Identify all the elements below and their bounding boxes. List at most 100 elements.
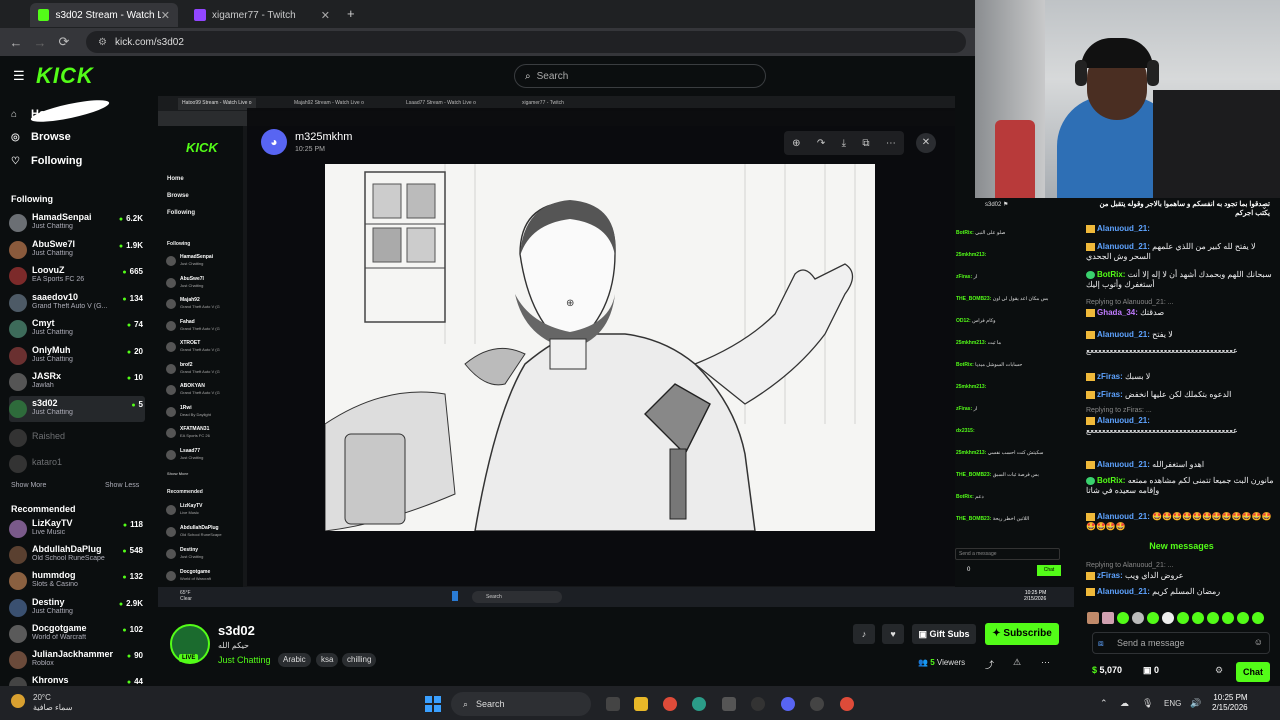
forward-icon[interactable]: ↷ [817,138,825,149]
site-info-icon[interactable]: ⚙ [98,37,107,48]
recommended-channel[interactable]: Docgotgame World of Warcraft 102 [9,621,145,647]
offline-channel[interactable]: Raished [9,425,145,451]
system-clock[interactable]: 10:25 PM 2/15/2026 [1212,693,1248,713]
chat-message[interactable]: zFiras: الدعوه بتكملك لكن عليها انخفض [1086,390,1276,400]
kick-logo[interactable]: KICK [36,63,94,89]
chat-message[interactable]: zFiras: لا بسبك [1086,372,1276,382]
chat-send-button[interactable]: Chat [1236,662,1270,682]
emote-icon[interactable] [1222,612,1234,624]
discord-taskbar-icon[interactable] [781,697,795,711]
edge-icon[interactable] [692,697,706,711]
following-channel[interactable]: Cmyt Just Chatting 74 [9,316,145,342]
chat-message[interactable]: Replying to Alanuoud_21: ... zFiras: عروض… [1086,561,1276,581]
recommended-channel[interactable]: Destiny Just Chatting 2.9K [9,595,145,621]
download-icon[interactable]: ⤓ [842,138,846,149]
close-tab-icon[interactable]: ✕ [321,9,330,22]
browser-tab-twitch[interactable]: xigamer77 - Twitch ✕ [186,3,338,27]
emote-icon[interactable] [1162,612,1174,624]
chat-message[interactable]: Alanuoud_21: اهدو استغفرالله [1086,460,1276,470]
chat-message[interactable]: ععععععععععععععععععععععععععععععععععععععع [1086,346,1276,356]
stream-category[interactable]: Just Chatting [218,655,271,665]
emote-icon[interactable] [1192,612,1204,624]
task-view-icon[interactable] [606,697,620,711]
new-messages-divider[interactable]: New messages [1083,541,1280,551]
nav-browse[interactable]: ◎ Browse [11,131,71,143]
subscribe-button[interactable]: ✦ Subscribe [985,623,1059,645]
tag-arabic[interactable]: Arabic [278,653,311,667]
reload-icon[interactable]: ⟳ [52,34,76,50]
offline-channel[interactable]: kataro1 [9,451,145,477]
language-indicator[interactable]: ENG [1164,699,1181,708]
zoom-icon[interactable]: ⊕ [792,138,800,149]
send-message-input[interactable]: ⧈ Send a message ☺ [1092,632,1270,654]
chat-message[interactable]: Alanuoud_21: 🤩🤩🤩🤩🤩🤩🤩🤩🤩🤩🤩🤩🤩🤩🤩🤩 [1086,512,1276,532]
chat-message[interactable]: Replying to zFiras: ... Alanuoud_21: عععع… [1086,406,1276,436]
open-external-icon[interactable]: ⧉ [862,138,869,149]
emote-icon[interactable] [1132,612,1144,624]
tag-ksa[interactable]: ksa [316,653,339,667]
weather-widget[interactable]: 20°C سماء صافية [33,693,73,713]
emote-icon[interactable] [1237,612,1249,624]
following-channel[interactable]: AbuSwe7l Just Chatting 1.9K [9,237,145,263]
recommended-channel[interactable]: JulianJackhammer Roblox 90 [9,647,145,673]
emote-icon[interactable] [1102,612,1114,624]
nav-following[interactable]: ♡ Following [11,155,82,167]
microphone-icon[interactable]: 🎙 [1142,698,1153,709]
chat-settings-icon[interactable]: ⚙ [1215,665,1223,676]
url-field[interactable]: ⚙ kick.com/s3d02 [86,31,966,53]
following-channel[interactable]: LoovuZ EA Sports FC 26 665 [9,263,145,289]
following-channel[interactable]: saaedov10 Grand Theft Auto V (G... 134 [9,290,145,316]
follow-heart-icon[interactable]: ♥ [882,624,904,644]
gift-subs-button[interactable]: ▣ Gift Subs [912,624,976,644]
browser-tab-kick[interactable]: s3d02 Stream - Watch Live on K ✕ [30,3,178,27]
recommended-channel[interactable]: LizKayTV Live Music 118 [9,516,145,542]
close-viewer-button[interactable]: ✕ [916,133,936,153]
command-icon[interactable]: ⧈ [1098,638,1104,649]
chevron-down-icon[interactable]: ⌄ [1261,202,1268,211]
store-icon[interactable] [722,697,736,711]
taskbar-search[interactable]: ⌕ Search [451,692,591,716]
recommended-channel[interactable]: hummdog Slots & Casino 132 [9,568,145,594]
chat-message[interactable]: Alanuoud_21: رمضان المسلم كريم [1086,587,1276,597]
emote-icon[interactable] [1177,612,1189,624]
more-options-icon[interactable]: ⋯ [886,138,896,149]
report-icon[interactable]: ⚠ [1013,657,1021,668]
app-icon[interactable] [751,697,765,711]
back-arrow-icon[interactable]: ← [4,35,28,50]
obs-icon[interactable] [810,697,824,711]
notification-bell-icon[interactable]: ♪ [853,624,875,644]
windows-start-icon[interactable] [425,696,441,712]
sketch-image[interactable]: ⊕ [324,164,875,532]
network-icon[interactable]: ☁ [1120,698,1129,709]
chrome-icon[interactable] [840,697,854,711]
following-channel[interactable]: s3d02 Just Chatting 5 [9,395,145,422]
chat-message[interactable]: BotRix: سبحانك اللهم وبحمدك أشهد أن لا إ… [1086,270,1276,290]
forward-arrow-icon[interactable]: → [28,35,52,50]
following-channel[interactable]: HamadSenpai Just Chatting 6.2K [9,210,145,236]
tag-chilling[interactable]: chilling [342,653,377,667]
emoji-icon[interactable]: ☺ [1254,637,1263,647]
close-tab-icon[interactable]: ✕ [161,9,170,22]
chrome-icon[interactable] [663,697,677,711]
chat-message[interactable]: BotRix: مانورن البث جميعا تتمنى لكم مشاه… [1086,476,1276,496]
recommended-channel[interactable]: AbdullahDaPlug Old School RuneScape 548 [9,542,145,568]
following-channel[interactable]: JASRx Jawlah 10 [9,369,145,395]
share-icon[interactable]: ⤴ [985,658,994,671]
show-less-button[interactable]: Show Less [105,482,139,489]
emote-icon[interactable] [1087,612,1099,624]
tray-chevron-icon[interactable]: ⌃ [1100,698,1108,709]
channel-points[interactable]: $ 5,070 [1092,665,1122,675]
hamburger-menu-icon[interactable]: ☰ [13,68,25,84]
chat-message[interactable]: Alanuoud_21: [1086,224,1276,234]
chat-message[interactable]: Replying to Alanuoud_21: ... Ghada_34: صد… [1086,298,1276,318]
volume-icon[interactable]: 🔊 [1190,698,1201,709]
chat-message[interactable]: Alanuoud_21: لا يفتح لله كبير من اللذي ع… [1086,242,1276,262]
emote-icon[interactable] [1252,612,1264,624]
search-input[interactable]: ⌕ Search [514,64,766,88]
more-icon[interactable]: ⋯ [1041,657,1050,668]
show-more-button[interactable]: Show More [11,482,46,489]
emote-icon[interactable] [1117,612,1129,624]
chat-message[interactable]: Alanuoud_21: لا يفتح [1086,330,1276,340]
emote-icon[interactable] [1207,612,1219,624]
emote-icon[interactable] [1147,612,1159,624]
